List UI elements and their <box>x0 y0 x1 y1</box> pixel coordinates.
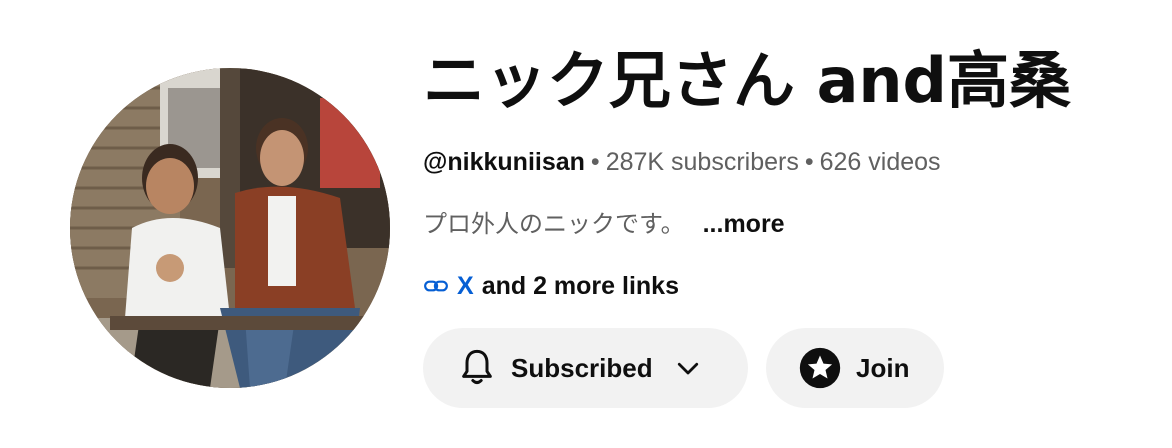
x-link[interactable]: X <box>457 270 474 302</box>
channel-actions: Subscribed Join <box>423 328 944 408</box>
description-more-button[interactable]: ...more <box>703 210 785 238</box>
avatar-photo <box>70 68 390 388</box>
channel-handle: @nikkuniisan <box>423 148 585 176</box>
bell-icon <box>457 346 497 390</box>
channel-title: ニック兄さん and高桑 <box>423 44 1071 117</box>
subscribed-label: Subscribed <box>511 352 653 383</box>
meta-separator: • <box>804 148 814 176</box>
link-icon <box>423 273 449 299</box>
subscribed-button[interactable]: Subscribed <box>423 328 748 408</box>
more-links-button[interactable]: and 2 more links <box>482 270 679 302</box>
subscriber-count: 287K subscribers <box>605 148 799 176</box>
join-button[interactable]: Join <box>766 328 944 408</box>
video-count: 626 videos <box>819 148 941 176</box>
channel-meta: @nikkuniisan • 287K subscribers • 626 videos <box>423 146 1163 178</box>
channel-description[interactable]: プロ外人のニックです。 ...more <box>423 208 1163 240</box>
chevron-down-icon <box>673 353 703 383</box>
channel-avatar[interactable] <box>70 68 390 388</box>
channel-info: ニック兄さん and高桑 @nikkuniisan • 287K subscribe… <box>423 40 1163 302</box>
channel-links[interactable]: X and 2 more links <box>423 270 1163 302</box>
meta-separator: • <box>590 148 600 176</box>
join-label: Join <box>856 352 910 383</box>
channel-header: ニック兄さん and高桑 @nikkuniisan • 287K subscribe… <box>0 0 1172 448</box>
star-badge-icon <box>798 346 842 390</box>
description-text: プロ外人のニックです。 <box>423 210 685 238</box>
